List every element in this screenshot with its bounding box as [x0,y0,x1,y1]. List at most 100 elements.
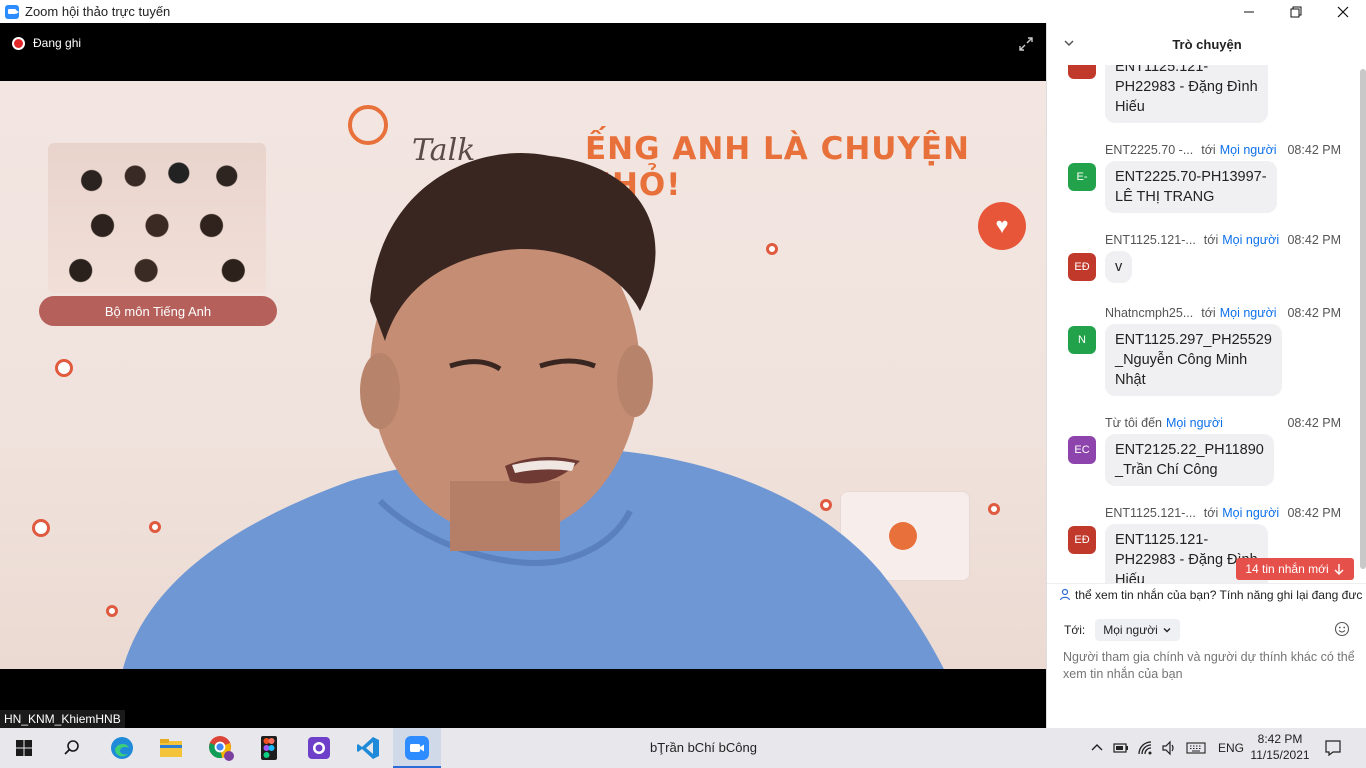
new-messages-button[interactable]: 14 tin nhắn mới [1236,558,1354,580]
speaker-video[interactable]: Talk ẾNG ANH LÀ CHUYỆN NHỎ! Bộ môn Tiếng… [0,81,1046,669]
taskbar: bŢrần bChí bCông ENG 8:42 PM 11/15/2021 [0,728,1366,768]
message-recipient-link[interactable]: Mọi người [1220,306,1277,320]
taskbar-github-desktop[interactable] [295,728,343,768]
chevron-down-icon [1163,628,1171,633]
message-time: 08:42 PM [1287,506,1341,520]
battery-icon[interactable] [1113,740,1129,756]
message-line: v [1115,259,1123,275]
message-line: Hiếu [1115,99,1145,115]
taskbar-edge[interactable] [98,728,146,768]
search-icon [64,740,79,755]
message-bubble: ENT1125.121- PH22983 - Đặng Đình Hiếu [1105,65,1268,123]
window-title: Zoom hội thảo trực tuyến [25,4,171,19]
decorative-pin [55,359,73,377]
chevron-down-icon[interactable] [1061,35,1077,51]
chat-title: Trò chuyện [1172,36,1242,52]
presenter-figure [122,152,944,669]
language-indicator[interactable]: ENG [1218,741,1244,755]
start-button[interactable] [0,728,48,768]
decorative-pin [106,605,118,617]
decorative-pin [988,503,1000,515]
message-to-prefix: tới [1201,143,1216,157]
chat-header: Trò chuyện [1047,23,1366,65]
message-line: ENT1125.297_PH25529 [1115,332,1272,348]
heart-icon: ♥ [978,202,1026,250]
message-line: _Nguyễn Công Minh [1115,352,1248,368]
message-line: Nhật [1115,372,1146,388]
message-line: PH22983 - Đặng Đình [1115,79,1258,95]
avatar[interactable]: EC [1068,436,1096,464]
message-to-prefix: tới [1203,233,1219,247]
close-button[interactable] [1319,0,1366,23]
video-bottom-bar [0,669,1046,728]
start-icon [16,740,32,756]
message-line: ENT1125.121- [1115,532,1209,548]
restore-button[interactable] [1272,0,1319,23]
zoom-window: Zoom hội thảo trực tuyến Đang ghi Talk Ế… [0,0,1366,768]
recording-icon [12,36,25,50]
message-bubble: v [1105,251,1133,283]
message-line: ENT1125.121- [1115,65,1209,75]
message-meta: Nhatncmph25... tới Mọi người 08:42 PM [1105,306,1345,320]
scrollbar-thumb[interactable] [1360,69,1366,569]
taskbar-file-explorer[interactable] [147,728,195,768]
edge-icon [111,737,133,759]
avatar[interactable]: EĐ [1068,253,1096,281]
recipient-select[interactable]: Mọi người [1095,619,1180,641]
minimize-button[interactable] [1225,0,1272,23]
github-desktop-icon [308,737,330,759]
avatar[interactable]: N [1068,326,1096,354]
recording-notice[interactable]: thể xem tin nhắn của bạn? Tính năng ghi … [1047,583,1366,605]
new-messages-label: 14 tin nhắn mới [1245,562,1329,576]
taskbar-zoom[interactable] [393,728,441,768]
taskbar-vscode[interactable] [344,728,392,768]
recording-indicator[interactable]: Đang ghi [12,36,81,50]
message-recipient-link[interactable]: Mọi người [1220,143,1277,157]
avatar[interactable] [1068,65,1096,79]
taskbar-center-text: bŢrần bChí bCông [650,740,757,755]
taskbar-figma[interactable] [245,728,293,768]
zoom-app-icon [5,4,19,19]
window-controls [1225,0,1366,23]
taskbar-chrome[interactable] [197,728,245,768]
message-recipient-link[interactable]: Mọi người [1166,416,1223,430]
title-bar: Zoom hội thảo trực tuyến [0,0,1366,23]
notification-icon[interactable] [1324,739,1342,757]
message-recipient-link[interactable]: Mọi người [1222,506,1279,520]
emoji-icon[interactable] [1334,621,1350,637]
wifi-icon[interactable] [1137,740,1153,756]
message-time: 08:42 PM [1287,143,1341,157]
fullscreen-icon[interactable] [1018,36,1034,52]
vscode-icon [357,737,379,759]
participant-name-tag: HN_KNM_KhiemHNB [0,710,125,728]
message-to-prefix: tới [1203,506,1219,520]
volume-icon[interactable] [1161,740,1177,756]
avatar[interactable]: E- [1068,163,1096,191]
chat-input[interactable] [1063,649,1355,689]
message-time: 08:42 PM [1287,306,1341,320]
file-explorer-icon [160,739,182,757]
to-label: Tới: [1064,623,1086,637]
chat-scrollbar[interactable] [1360,69,1366,574]
clock-date: 11/15/2021 [1250,748,1310,762]
message-meta: ENT1125.121-... tới Mọi người 08:42 PM [1105,233,1345,247]
taskbar-search-button[interactable] [48,728,96,768]
video-area: Đang ghi Talk ẾNG ANH LÀ CHUYỆN NHỎ! Bộ … [0,23,1046,728]
recording-label: Đang ghi [33,36,82,50]
avatar[interactable]: EĐ [1068,526,1096,554]
chat-panel: Trò chuyện ENT1125.121- PH22983 - Đặng Đì… [1046,23,1366,728]
keyboard-icon[interactable] [1186,740,1206,756]
clock-time: 8:42 PM [1257,732,1303,746]
message-recipient-link[interactable]: Mọi người [1222,233,1279,247]
chat-message-list[interactable]: ENT1125.121- PH22983 - Đặng Đình Hiếu ENT22… [1047,65,1359,605]
close-icon [1337,6,1348,17]
chrome-icon [209,736,234,761]
message-to-prefix: tới [1201,306,1216,320]
taskbar-clock[interactable]: 8:42 PM 11/15/2021 [1248,731,1312,763]
message-meta: ENT1125.121-... tới Mọi người 08:42 PM [1105,506,1345,520]
recording-notice-text: thể xem tin nhắn của bạn? Tính năng ghi … [1075,587,1363,602]
message-bubble: ENT2225.70-PH13997- LÊ THỊ TRANG [1105,161,1277,213]
message-line: ENT2225.70-PH13997- [1115,169,1267,185]
chevron-up-icon[interactable] [1089,740,1105,756]
message-bubble: ENT1125.297_PH25529 _Nguyễn Công Minh Nhật [1105,324,1282,396]
